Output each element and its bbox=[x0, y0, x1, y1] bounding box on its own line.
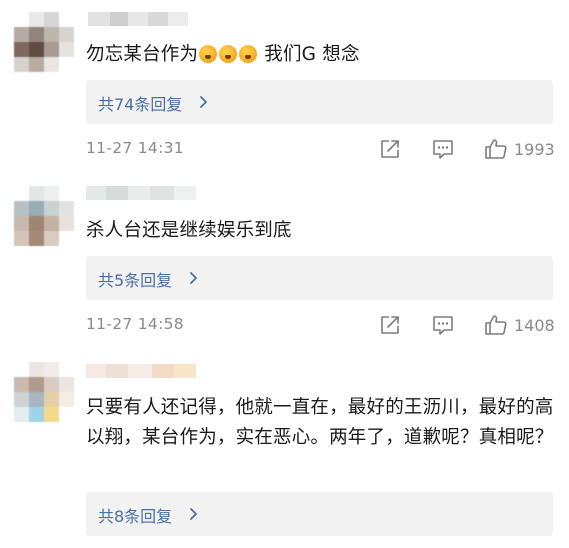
username-blurred[interactable] bbox=[88, 12, 188, 26]
comment-text: 只要有人还记得，他就一直在，最好的王沥川，最好的高以翔，某台作为，实在恶心。两年… bbox=[86, 397, 554, 448]
avatar[interactable] bbox=[14, 186, 74, 246]
username-blurred[interactable] bbox=[86, 364, 196, 378]
share-icon[interactable] bbox=[379, 314, 401, 336]
comment-icon[interactable] bbox=[432, 138, 454, 160]
reply-count-label: 共8条回复 bbox=[98, 507, 173, 526]
reply-count-label: 共5条回复 bbox=[98, 271, 173, 290]
angry-face-icon bbox=[199, 45, 218, 63]
timestamp: 11-27 14:58 bbox=[86, 315, 184, 333]
comment-text-suffix: 我们G 想念 bbox=[258, 44, 360, 65]
like-count: 1993 bbox=[514, 140, 555, 159]
avatar[interactable] bbox=[14, 12, 74, 72]
avatar[interactable] bbox=[14, 362, 74, 422]
comment-text: 勿忘某台作为 我们G 想念 bbox=[86, 40, 556, 70]
reply-count-label: 共74条回复 bbox=[98, 95, 183, 114]
thumbs-up-icon[interactable] bbox=[484, 313, 508, 337]
share-icon[interactable] bbox=[379, 138, 401, 160]
chevron-right-icon bbox=[190, 508, 197, 520]
like-count: 1408 bbox=[514, 316, 555, 335]
comment-text: 杀人台还是继续娱乐到底 bbox=[86, 220, 292, 241]
chevron-right-icon bbox=[190, 272, 197, 284]
username-blurred[interactable] bbox=[86, 186, 196, 200]
angry-face-icon bbox=[219, 45, 238, 63]
comment-text-main: 勿忘某台作为 bbox=[86, 44, 199, 65]
chevron-right-icon bbox=[200, 96, 207, 108]
angry-face-icon bbox=[239, 45, 258, 63]
comment-icon[interactable] bbox=[432, 314, 454, 336]
timestamp: 11-27 14:31 bbox=[86, 139, 184, 157]
view-replies-button[interactable]: 共8条回复 bbox=[86, 492, 553, 536]
thumbs-up-icon[interactable] bbox=[484, 137, 508, 161]
view-replies-button[interactable]: 共74条回复 bbox=[86, 80, 553, 124]
view-replies-button[interactable]: 共5条回复 bbox=[86, 256, 553, 300]
